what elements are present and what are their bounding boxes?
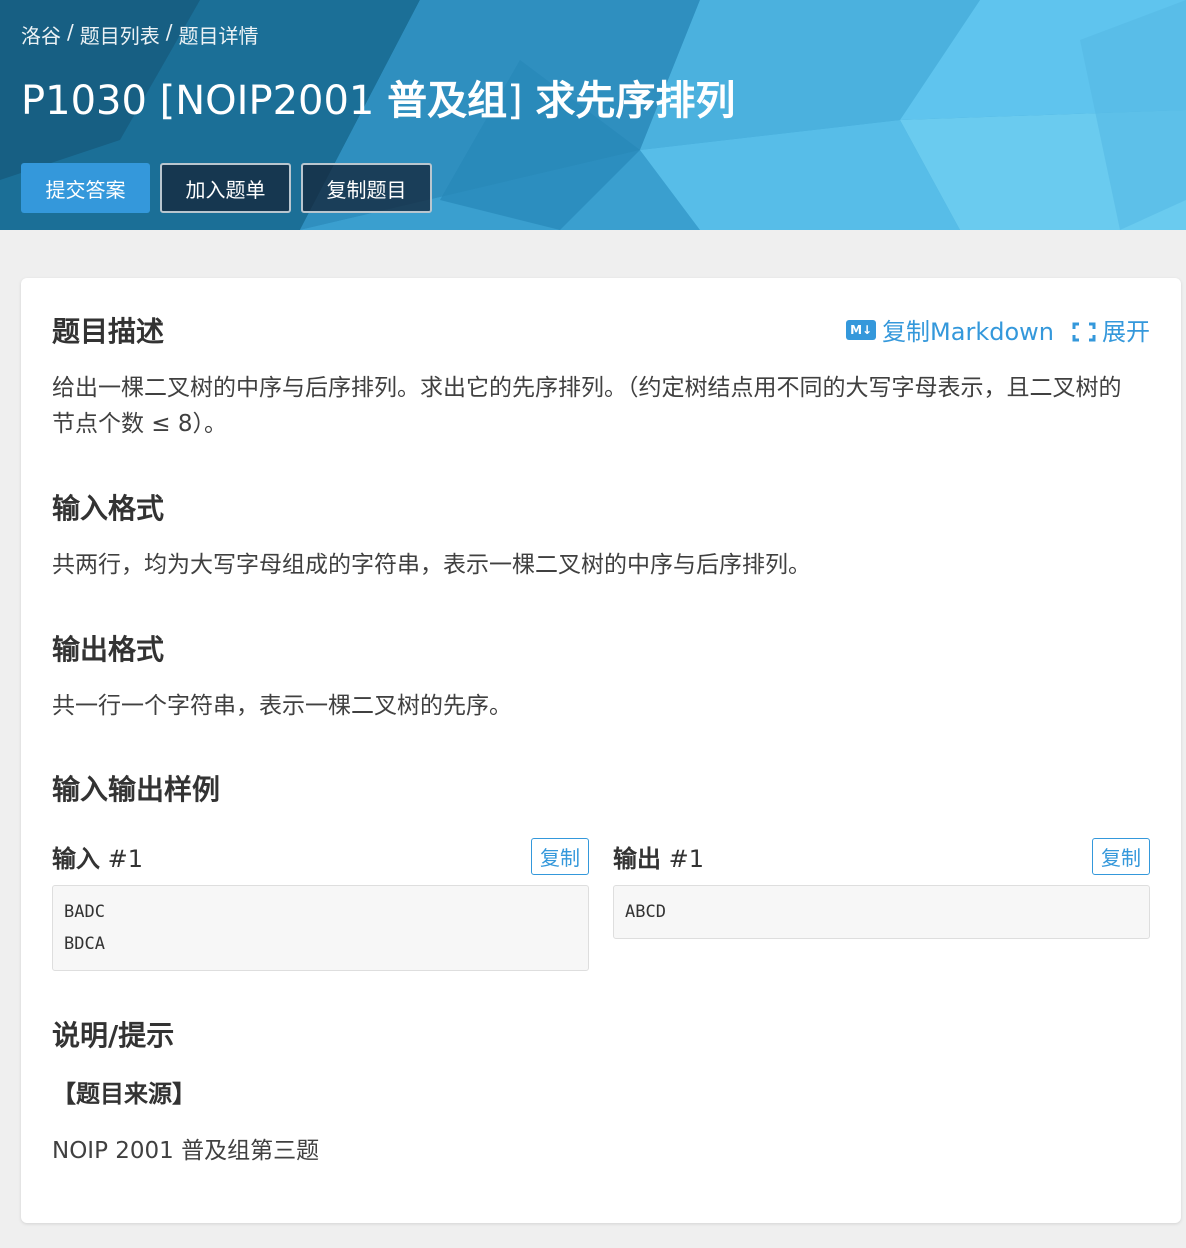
source-text: NOIP 2001 普及组第三题 <box>52 1138 320 1164</box>
sample-input-label: 输入 #1 <box>52 844 144 873</box>
title-name: 求先序排列 <box>535 78 736 124</box>
problem-header: 洛谷 / 题目列表 / 题目详情 P1030 [NOIP2001 普及组] 求先… <box>0 0 1186 230</box>
sample-output: 输出 #1 复制 ABCD <box>613 837 1150 939</box>
copy-problem-button[interactable]: 复制题目 <box>301 163 432 213</box>
action-buttons: 提交答案 加入题单 复制题目 <box>21 163 432 213</box>
breadcrumb-current: 题目详情 <box>178 24 259 48</box>
sample-output-box: ABCD <box>613 885 1150 939</box>
copy-markdown-label: 复制Markdown <box>882 318 1054 346</box>
title-prefix: P1030 [NOIP2001 <box>21 78 388 124</box>
hint-title: 说明/提示 <box>52 1019 175 1052</box>
expand-link[interactable]: 展开 <box>1072 312 1150 347</box>
breadcrumb-separator: / <box>67 20 74 44</box>
page-title: P1030 [NOIP2001 普及组] 求先序排列 <box>21 68 735 126</box>
input-format-text: 共两行，均为大写字母组成的字符串，表示一棵二叉树的中序与后序排列。 <box>52 552 811 578</box>
sample-input-line: BADC <box>64 902 105 922</box>
sample-output-line: ABCD <box>625 902 666 922</box>
submit-answer-button[interactable]: 提交答案 <box>21 163 150 213</box>
copy-output-button[interactable]: 复制 <box>1092 837 1150 875</box>
sample-input: 输入 #1 复制 BADC BDCA <box>52 837 589 971</box>
copy-input-button[interactable]: 复制 <box>531 837 589 875</box>
samples-title: 输入输出样例 <box>52 773 221 806</box>
source-label: 【题目来源】 <box>52 1080 196 1108</box>
copy-markdown-link[interactable]: M↓ 复制Markdown <box>846 312 1054 347</box>
breadcrumb-separator: / <box>165 20 173 44</box>
title-level: 普及组 <box>387 78 508 124</box>
add-to-list-button[interactable]: 加入题单 <box>160 163 291 213</box>
markdown-icon: M↓ <box>846 319 877 340</box>
problem-card: 题目描述 M↓ 复制Markdown 展开 给出一棵二叉树的中序与后序排列。求出… <box>21 278 1181 1223</box>
sample-input-line: BDCA <box>64 934 105 954</box>
description-text: 给出一棵二叉树的中序与后序排列。求出它的先序排列。（约定树结点用不同的大写字母表… <box>52 375 1122 437</box>
sample-output-label: 输出 #1 <box>613 844 705 873</box>
sample-input-box: BADC BDCA <box>52 885 589 971</box>
card-tools: M↓ 复制Markdown 展开 <box>846 312 1150 347</box>
description-title: 题目描述 <box>52 315 165 348</box>
expand-label: 展开 <box>1102 318 1150 346</box>
output-format-title: 输出格式 <box>52 633 165 666</box>
title-middle: ] <box>507 78 536 124</box>
output-format-text: 共一行一个字符串，表示一棵二叉树的先序。 <box>52 693 512 719</box>
input-format-title: 输入格式 <box>52 492 165 525</box>
expand-icon <box>1072 320 1096 341</box>
breadcrumb: 洛谷 / 题目列表 / 题目详情 <box>21 20 259 49</box>
breadcrumb-problem-list-link[interactable]: 题目列表 <box>80 20 160 49</box>
breadcrumb-home-link[interactable]: 洛谷 <box>21 20 61 49</box>
